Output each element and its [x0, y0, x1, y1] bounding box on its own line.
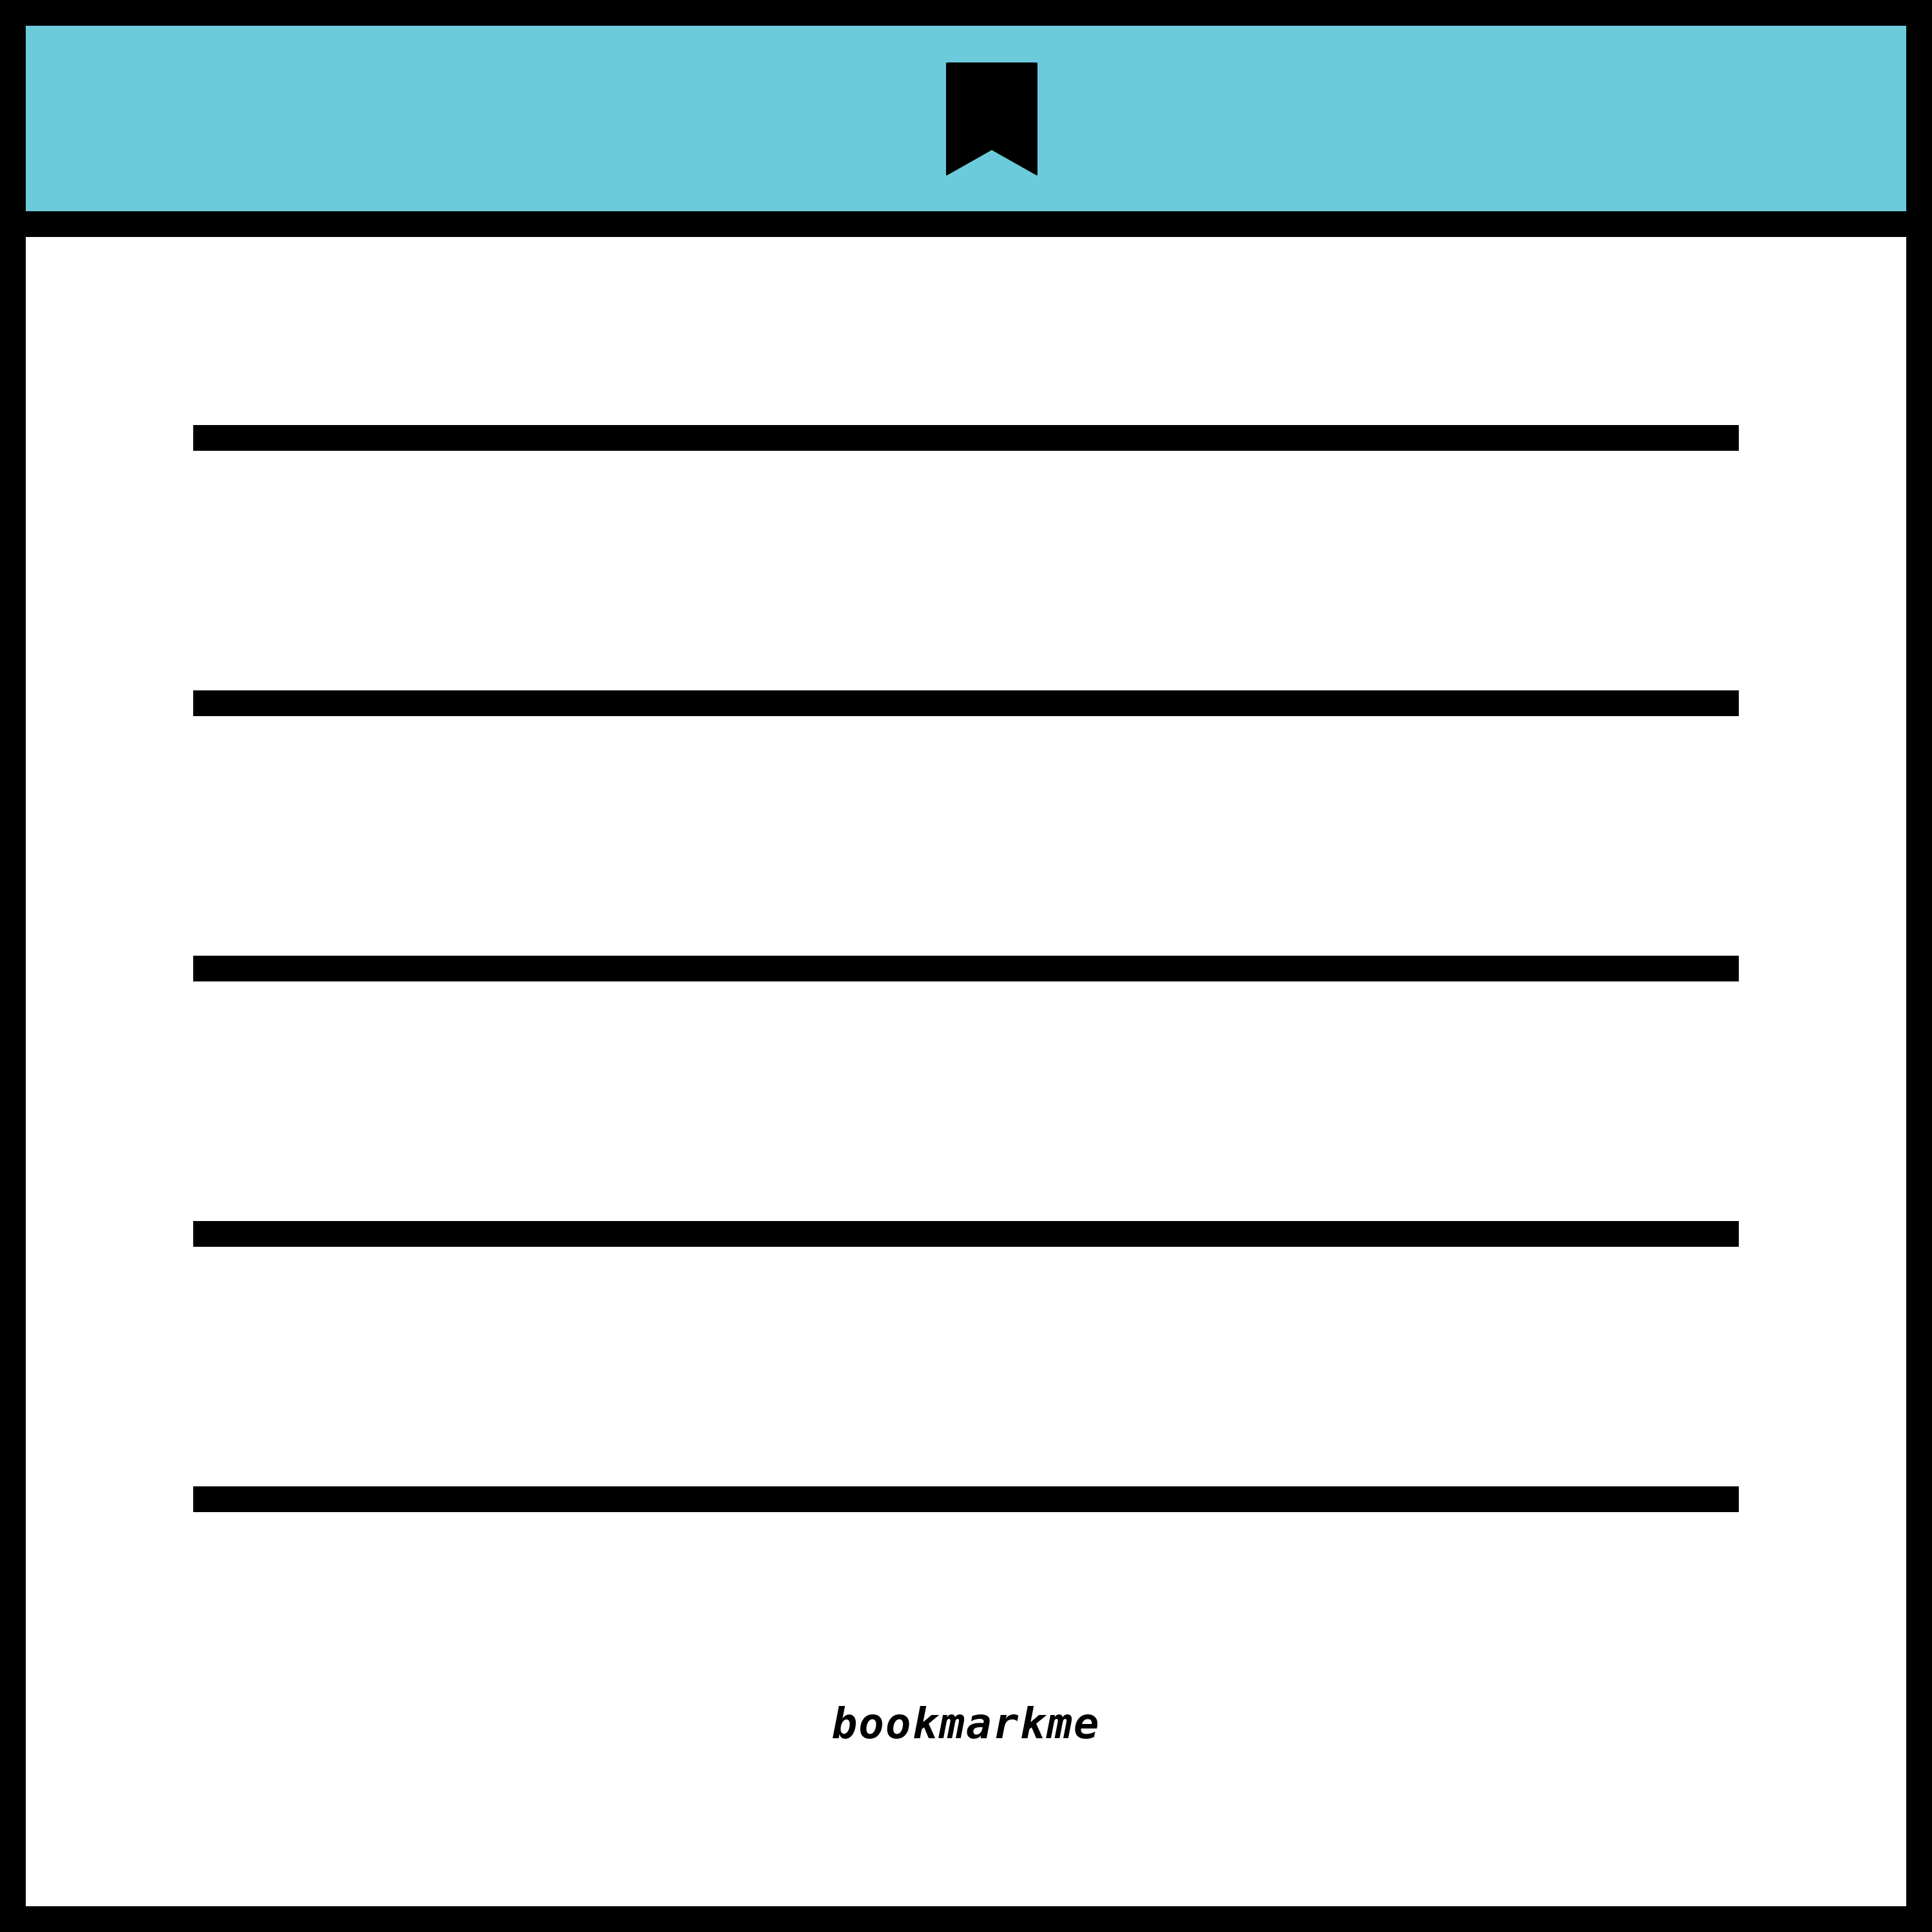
blank-line [193, 425, 1739, 451]
blank-line [193, 690, 1739, 716]
brand-wordmark: bookmarkme [831, 1699, 1101, 1748]
blank-line [193, 1486, 1739, 1512]
blank-line [193, 956, 1739, 981]
blank-line [193, 1221, 1739, 1247]
content-card: bookmarkme [26, 237, 1906, 1906]
app-frame: bookmarkme [0, 0, 1932, 1932]
bookmark-icon [946, 62, 1037, 176]
header-bar [26, 26, 1906, 211]
